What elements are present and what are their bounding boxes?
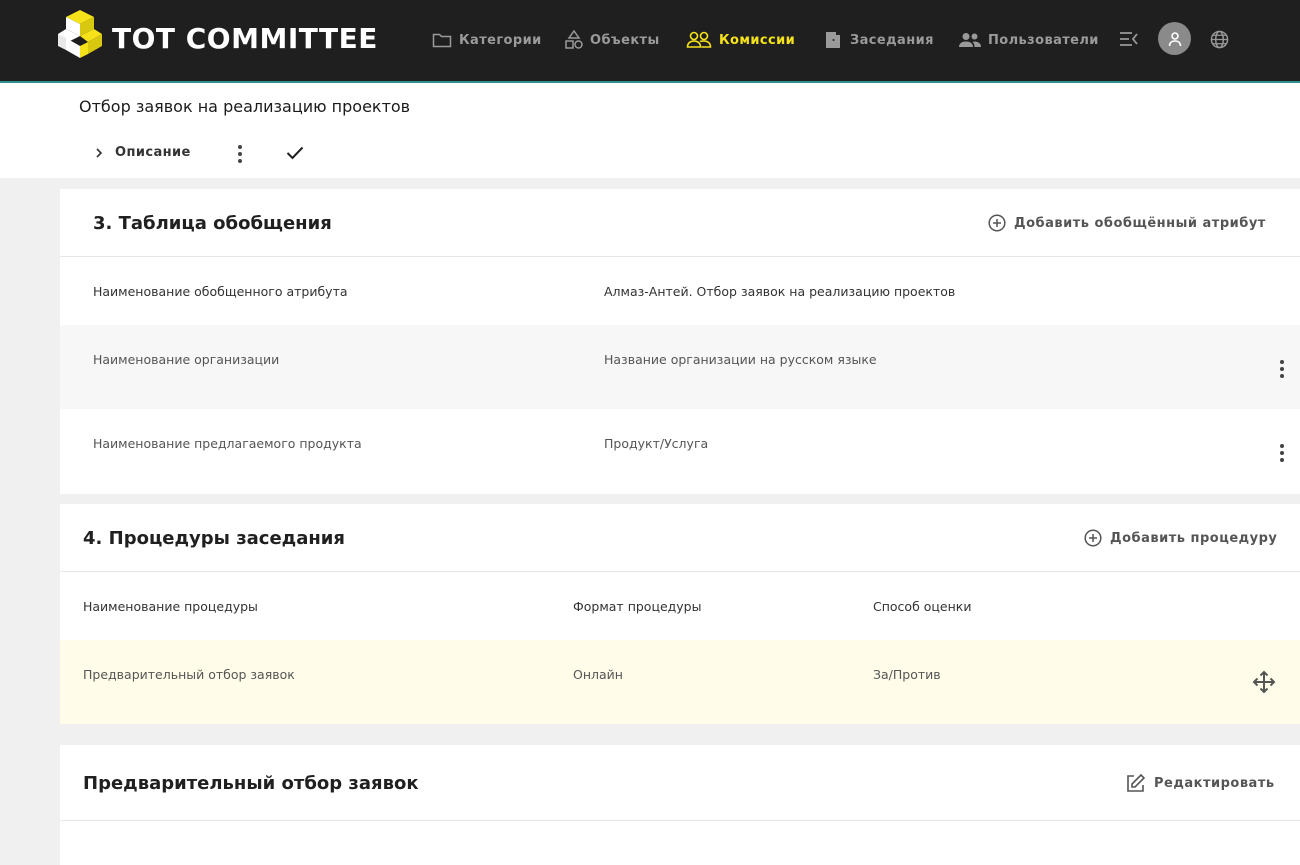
card-title: 4. Процедуры заседания [83, 528, 345, 549]
logo-icon [58, 10, 102, 58]
add-circle-icon [1084, 529, 1102, 547]
globe-icon[interactable] [1210, 30, 1229, 49]
generalization-table-card: 3. Таблица обобщения Добавить обобщённый… [60, 189, 1300, 494]
nav-label: Заседания [850, 32, 934, 48]
procedure-format: Онлайн [573, 667, 623, 682]
card-title: Предварительный отбор заявок [83, 773, 419, 794]
column-header-method: Способ оценки [873, 599, 972, 614]
nav-item-categories[interactable]: Категории [432, 30, 542, 50]
column-header-name: Наименование процедуры [83, 599, 258, 614]
table-row: Наименование обобщенного атрибута Алмаз-… [60, 257, 1300, 325]
table-row: Наименование организации Название органи… [60, 325, 1300, 409]
nav-item-commissions[interactable]: Комиссии [686, 30, 795, 50]
attribute-value: Алмаз-Антей. Отбор заявок на реализацию … [604, 284, 956, 299]
chevron-right-icon [96, 147, 103, 158]
add-procedure-button[interactable]: Добавить процедуру [1084, 529, 1277, 547]
procedure-name: Предварительный отбор заявок [83, 667, 295, 682]
table-row[interactable]: Предварительный отбор заявок Онлайн За/П… [60, 640, 1300, 724]
nav-item-users[interactable]: Пользователи [959, 30, 1099, 50]
folder-icon [432, 33, 452, 48]
description-toggle[interactable]: Описание [93, 145, 191, 160]
attribute-name: Наименование организации [93, 352, 280, 367]
shapes-icon [565, 30, 583, 49]
procedure-method: За/Против [873, 667, 941, 682]
edit-icon [1127, 773, 1146, 792]
brand-name: TOT COMMITTEE [112, 22, 378, 55]
checkmark-icon[interactable] [286, 146, 304, 160]
row-menu-icon[interactable] [1280, 444, 1284, 462]
drag-move-icon[interactable] [1252, 670, 1276, 694]
more-options-icon[interactable] [238, 145, 242, 163]
add-generalized-attribute-button[interactable]: Добавить обобщённый атрибут [988, 214, 1266, 232]
row-menu-icon[interactable] [1280, 360, 1284, 378]
people-icon [959, 33, 981, 47]
add-circle-icon [988, 214, 1006, 232]
table-header-row: Наименование процедуры Формат процедуры … [60, 572, 1300, 640]
page-header: Отбор заявок на реализацию проектов Опис… [0, 83, 1300, 178]
edit-label: Редактировать [1154, 776, 1275, 791]
card-title: 3. Таблица обобщения [93, 213, 332, 234]
attribute-name: Наименование предлагаемого продукта [93, 436, 362, 451]
table-row: Наименование предлагаемого продукта Прод… [60, 409, 1300, 494]
nav-label: Пользователи [988, 32, 1099, 48]
description-label: Описание [115, 145, 191, 160]
attribute-value: Продукт/Услуга [604, 436, 709, 451]
page-title: Отбор заявок на реализацию проектов [79, 97, 411, 116]
door-icon [826, 32, 840, 48]
top-navigation-bar: TOT COMMITTEE Категории Объекты Комиссии… [0, 0, 1300, 83]
users-icon [686, 31, 712, 48]
procedure-detail-card: Предварительный отбор заявок Редактирова… [60, 745, 1300, 865]
avatar[interactable] [1158, 22, 1191, 55]
divider [60, 820, 1300, 821]
procedures-card: 4. Процедуры заседания Добавить процедур… [60, 504, 1300, 724]
add-label: Добавить процедуру [1110, 530, 1278, 546]
nav-item-meetings[interactable]: Заседания [823, 30, 934, 50]
nav-label: Комиссии [719, 32, 796, 48]
user-icon [1168, 31, 1181, 46]
nav-item-objects[interactable]: Объекты [565, 30, 660, 50]
add-label: Добавить обобщённый атрибут [1014, 215, 1266, 231]
attribute-name: Наименование обобщенного атрибута [93, 284, 348, 299]
collapse-menu-icon[interactable] [1119, 30, 1139, 48]
nav-label: Объекты [590, 32, 660, 48]
column-header-format: Формат процедуры [573, 599, 702, 614]
nav-label: Категории [459, 32, 542, 48]
attribute-value: Название организации на русском языке [604, 352, 877, 367]
edit-button[interactable]: Редактировать [1125, 773, 1275, 794]
